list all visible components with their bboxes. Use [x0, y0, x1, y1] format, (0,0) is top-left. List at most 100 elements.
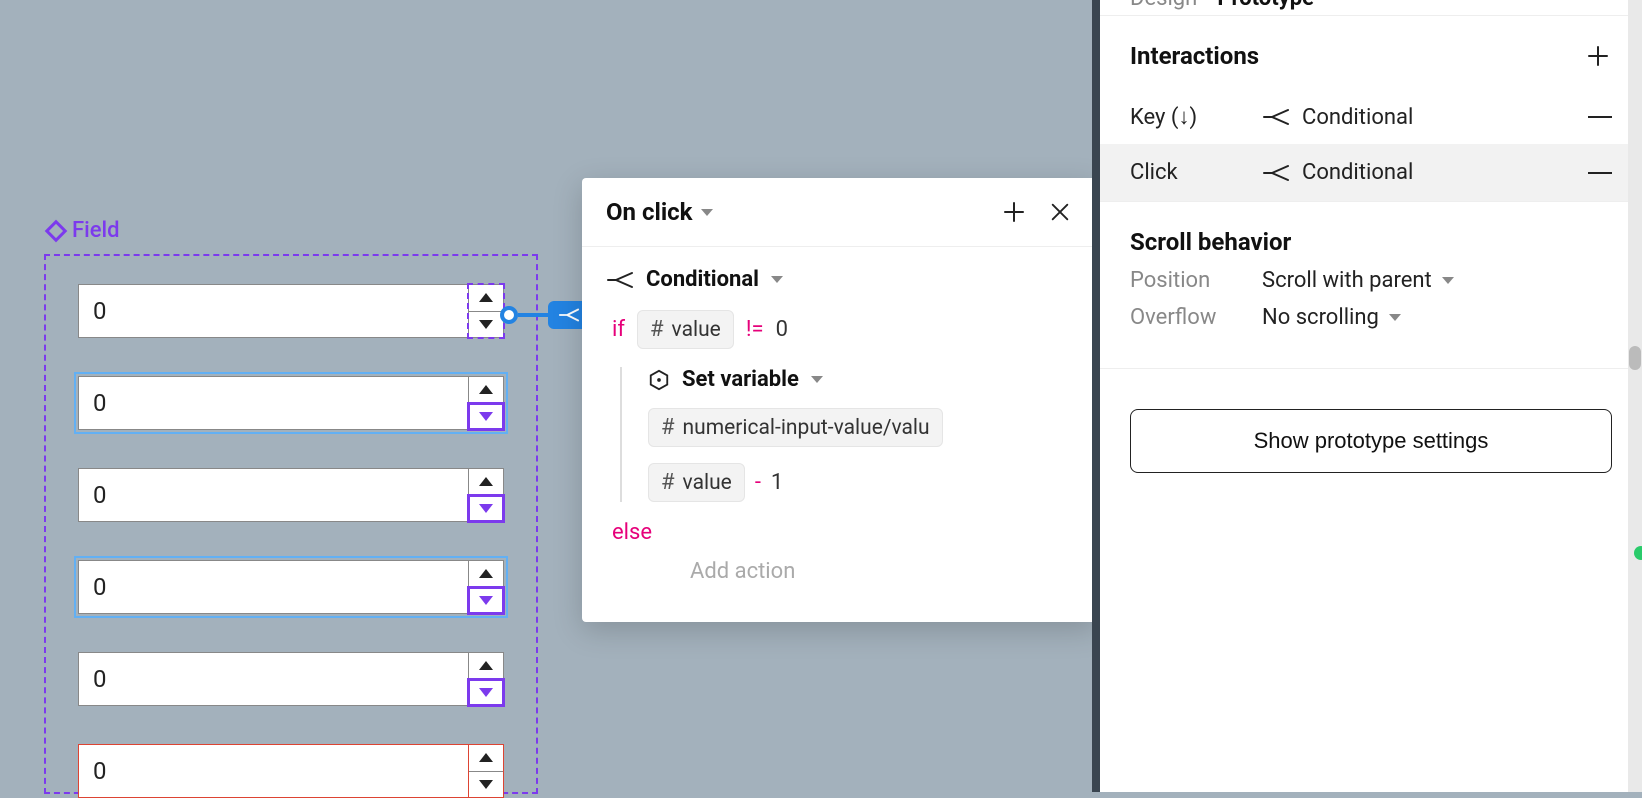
variable-token[interactable]: # value [637, 310, 734, 349]
quantity-stepper[interactable] [468, 376, 504, 430]
stepper-down-button[interactable] [469, 404, 503, 430]
expr-variable-name: value [683, 471, 732, 495]
variable-token[interactable]: # value [648, 463, 745, 502]
chevron-down-icon [1389, 314, 1401, 321]
chevron-down-icon [701, 209, 713, 216]
stepper-up-button[interactable] [469, 561, 503, 588]
interaction-action: Conditional [1302, 105, 1576, 130]
hash-icon: # [661, 415, 675, 440]
variable-name: value [672, 318, 721, 342]
branch-icon [1262, 108, 1290, 126]
prototype-connection[interactable] [500, 305, 590, 325]
quantity-stepper[interactable] [468, 560, 504, 614]
if-keyword: if [612, 317, 625, 342]
field-input[interactable]: 0 [78, 652, 468, 706]
triangle-down-icon [479, 504, 493, 513]
field-input[interactable]: 0 [78, 468, 468, 522]
panel-tabs: Design Prototype [1100, 0, 1642, 16]
expr-rhs: 1 [771, 470, 783, 495]
trigger-dropdown[interactable]: On click [606, 198, 713, 226]
triangle-down-icon [479, 688, 493, 697]
scrollbar[interactable] [1628, 0, 1642, 792]
if-condition-row[interactable]: if # value != 0 [612, 310, 1074, 349]
expression-row[interactable]: # value - 1 [648, 463, 1074, 502]
add-interaction-button[interactable] [1584, 42, 1612, 70]
connection-line [518, 313, 548, 317]
quantity-stepper[interactable] [468, 744, 504, 798]
else-keyword: else [612, 520, 652, 545]
target-variable-name: numerical-input-value/valu [683, 416, 930, 440]
stepper-up-button[interactable] [469, 745, 503, 772]
interaction-action: Conditional [1302, 160, 1576, 185]
field-row[interactable]: 0 [78, 744, 504, 798]
operator: != [746, 317, 764, 342]
stepper-down-button[interactable] [469, 496, 503, 522]
interaction-row[interactable]: ClickConditional [1100, 144, 1642, 201]
field-input[interactable]: 0 [78, 284, 468, 338]
add-action-button[interactable] [1000, 198, 1028, 226]
stepper-down-button[interactable] [469, 772, 503, 798]
component-label[interactable]: Field [48, 218, 120, 243]
field-input[interactable]: 0 [78, 376, 468, 430]
field-row[interactable]: 0 [78, 284, 504, 338]
quantity-stepper[interactable] [468, 284, 504, 338]
field-row[interactable]: 0 [78, 652, 504, 706]
interactions-title: Interactions [1130, 42, 1259, 70]
field-input[interactable]: 0 [78, 744, 468, 798]
overflow-row[interactable]: Overflow No scrolling [1130, 305, 1612, 330]
connection-node-icon[interactable] [500, 306, 518, 324]
interaction-row[interactable]: Key (↓)Conditional [1130, 90, 1612, 144]
field-row[interactable]: 0 [78, 376, 504, 430]
else-block: Add action [620, 559, 1074, 584]
popover-body: Conditional if # value != 0 Set variable [582, 247, 1098, 622]
stepper-down-button[interactable] [469, 588, 503, 614]
hash-icon: # [650, 317, 664, 342]
stepper-up-button[interactable] [469, 285, 503, 312]
expr-operator: - [755, 470, 761, 495]
field-frame[interactable]: 000000 [44, 254, 538, 794]
tab-design[interactable]: Design [1130, 0, 1197, 17]
hash-icon: # [661, 470, 675, 495]
scroll-title: Scroll behavior [1130, 228, 1291, 256]
remove-interaction-button[interactable] [1588, 172, 1612, 174]
triangle-down-icon [479, 780, 493, 789]
branch-icon [606, 271, 634, 289]
stepper-down-button[interactable] [469, 312, 503, 338]
chevron-down-icon [1442, 277, 1454, 284]
position-row[interactable]: Position Scroll with parent [1130, 268, 1612, 293]
stepper-up-button[interactable] [469, 653, 503, 680]
triangle-up-icon [479, 385, 493, 394]
stepper-up-button[interactable] [469, 377, 503, 404]
chevron-down-icon [811, 376, 823, 383]
else-row[interactable]: else [612, 520, 1074, 545]
right-panel: Design Prototype Interactions Key (↓)Con… [1100, 0, 1642, 792]
triangle-up-icon [479, 753, 493, 762]
action-type-row[interactable]: Conditional [606, 267, 1074, 292]
interaction-popover: On click Conditional if # value [582, 178, 1098, 622]
add-action-placeholder[interactable]: Add action [690, 559, 1074, 584]
overflow-label: Overflow [1130, 305, 1262, 330]
triangle-up-icon [479, 569, 493, 578]
prototype-settings-section: Show prototype settings [1100, 369, 1642, 499]
component-icon [45, 219, 68, 242]
panel-divider[interactable] [1092, 0, 1100, 792]
scrollbar-thumb[interactable] [1629, 346, 1641, 370]
tab-prototype[interactable]: Prototype [1217, 0, 1314, 17]
stepper-up-button[interactable] [469, 469, 503, 496]
remove-interaction-button[interactable] [1588, 116, 1612, 118]
set-variable-action[interactable]: Set variable [648, 367, 1074, 392]
field-row[interactable]: 0 [78, 560, 504, 614]
quantity-stepper[interactable] [468, 652, 504, 706]
field-input[interactable]: 0 [78, 560, 468, 614]
quantity-stepper[interactable] [468, 468, 504, 522]
close-button[interactable] [1046, 198, 1074, 226]
chevron-down-icon [771, 276, 783, 283]
target-variable-token[interactable]: # numerical-input-value/valu [648, 408, 943, 447]
component-label-text: Field [72, 218, 120, 243]
if-block: Set variable # numerical-input-value/val… [620, 367, 1074, 502]
field-row[interactable]: 0 [78, 468, 504, 522]
stepper-down-button[interactable] [469, 680, 503, 706]
show-prototype-settings-button[interactable]: Show prototype settings [1130, 409, 1612, 473]
overflow-value: No scrolling [1262, 305, 1379, 330]
triangle-down-icon [479, 320, 493, 329]
